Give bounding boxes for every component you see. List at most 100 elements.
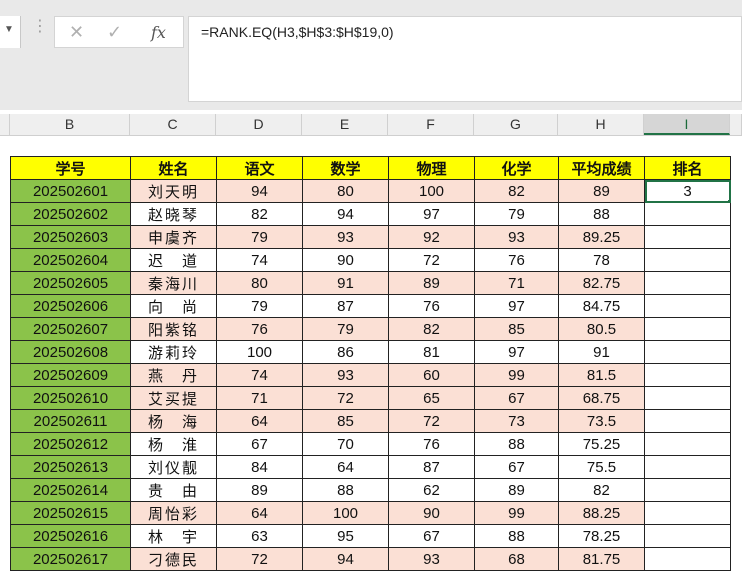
column-header-e[interactable]: E [302, 114, 388, 135]
cell-average[interactable]: 75.25 [558, 432, 645, 456]
cell-student-id[interactable]: 202502603 [10, 225, 131, 249]
cell-chemistry[interactable]: 79 [474, 202, 559, 226]
cell-name[interactable]: 申虞齐 [130, 225, 217, 249]
cell-name[interactable]: 迟 道 [130, 248, 217, 272]
cell-student-id[interactable]: 202502611 [10, 409, 131, 433]
cell-rank[interactable] [644, 386, 731, 410]
cell-math[interactable]: 100 [302, 501, 389, 525]
cell-name[interactable]: 赵晓琴 [130, 202, 217, 226]
cell-rank[interactable] [644, 225, 731, 249]
cell-physics[interactable]: 76 [388, 432, 475, 456]
cell-rank[interactable] [644, 455, 731, 479]
cell-math[interactable]: 80 [302, 179, 389, 203]
cell-chemistry[interactable]: 97 [474, 294, 559, 318]
cell-student-id[interactable]: 202502607 [10, 317, 131, 341]
cell-average[interactable]: 88.25 [558, 501, 645, 525]
cell-student-id[interactable]: 202502610 [10, 386, 131, 410]
cell-name[interactable]: 秦海川 [130, 271, 217, 295]
cell-rank[interactable] [644, 409, 731, 433]
cell-name[interactable]: 刁德民 [130, 547, 217, 571]
header-rank[interactable]: 排名 [644, 156, 731, 180]
cell-student-id[interactable]: 202502609 [10, 363, 131, 387]
column-header-b[interactable]: B [10, 114, 130, 135]
cell-average[interactable]: 81.5 [558, 363, 645, 387]
cell-student-id[interactable]: 202502604 [10, 248, 131, 272]
cell-rank[interactable] [644, 432, 731, 456]
cell-chemistry[interactable]: 67 [474, 386, 559, 410]
cell-chemistry[interactable]: 88 [474, 524, 559, 548]
cell-chemistry[interactable]: 76 [474, 248, 559, 272]
cell-chinese[interactable]: 84 [216, 455, 303, 479]
cell-chinese[interactable]: 79 [216, 294, 303, 318]
cell-chinese[interactable]: 82 [216, 202, 303, 226]
cell-physics[interactable]: 93 [388, 547, 475, 571]
header-name[interactable]: 姓名 [130, 156, 217, 180]
cell-math[interactable]: 79 [302, 317, 389, 341]
cell-physics[interactable]: 100 [388, 179, 475, 203]
cell-rank[interactable] [644, 317, 731, 341]
cell-name[interactable]: 艾买提 [130, 386, 217, 410]
column-header-d[interactable]: D [216, 114, 302, 135]
fill-handle[interactable] [728, 200, 730, 202]
cell-name[interactable]: 游莉玲 [130, 340, 217, 364]
cell-math[interactable]: 64 [302, 455, 389, 479]
cell-chemistry[interactable]: 71 [474, 271, 559, 295]
cell-chemistry[interactable]: 85 [474, 317, 559, 341]
cell-name[interactable]: 杨 海 [130, 409, 217, 433]
cell-chemistry[interactable]: 68 [474, 547, 559, 571]
header-chinese[interactable]: 语文 [216, 156, 303, 180]
cell-rank[interactable] [644, 363, 731, 387]
cell-chinese[interactable]: 100 [216, 340, 303, 364]
cell-math[interactable]: 94 [302, 547, 389, 571]
cell-average[interactable]: 75.5 [558, 455, 645, 479]
header-physics[interactable]: 物理 [388, 156, 475, 180]
column-header-h[interactable]: H [558, 114, 644, 135]
cell-physics[interactable]: 89 [388, 271, 475, 295]
header-student-id[interactable]: 学号 [10, 156, 131, 180]
cell-chinese[interactable]: 72 [216, 547, 303, 571]
cell-average[interactable]: 89.25 [558, 225, 645, 249]
column-header-i[interactable]: I [644, 114, 730, 135]
cell-math[interactable]: 94 [302, 202, 389, 226]
cell-chinese[interactable]: 64 [216, 409, 303, 433]
cell-rank[interactable] [644, 202, 731, 226]
cell-average[interactable]: 80.5 [558, 317, 645, 341]
cell-average[interactable]: 91 [558, 340, 645, 364]
cell-physics[interactable]: 90 [388, 501, 475, 525]
cell-physics[interactable]: 67 [388, 524, 475, 548]
cell-average[interactable]: 89 [558, 179, 645, 203]
cell-physics[interactable]: 62 [388, 478, 475, 502]
cell-rank[interactable] [644, 547, 731, 571]
cell-math[interactable]: 88 [302, 478, 389, 502]
cell-rank[interactable] [644, 294, 731, 318]
cell-physics[interactable]: 72 [388, 409, 475, 433]
cell-chemistry[interactable]: 89 [474, 478, 559, 502]
column-header-c[interactable]: C [130, 114, 216, 135]
cell-student-id[interactable]: 202502615 [10, 501, 131, 525]
cell-chemistry[interactable]: 88 [474, 432, 559, 456]
cell-rank[interactable] [644, 340, 731, 364]
cell-student-id[interactable]: 202502608 [10, 340, 131, 364]
cell-student-id[interactable]: 202502605 [10, 271, 131, 295]
cell-math[interactable]: 95 [302, 524, 389, 548]
cell-physics[interactable]: 82 [388, 317, 475, 341]
insert-function-icon[interactable]: fx [151, 23, 166, 42]
cell-chemistry[interactable]: 73 [474, 409, 559, 433]
cell-rank[interactable] [644, 524, 731, 548]
cell-rank[interactable] [644, 271, 731, 295]
worksheet-grid[interactable]: 学号 姓名 语文 数学 物理 化学 平均成绩 排名 202502601 刘天明 94… [0, 136, 742, 575]
cell-average[interactable]: 68.75 [558, 386, 645, 410]
cell-rank[interactable] [644, 478, 731, 502]
cell-chinese[interactable]: 71 [216, 386, 303, 410]
cell-average[interactable]: 84.75 [558, 294, 645, 318]
cell-math[interactable]: 87 [302, 294, 389, 318]
formula-input[interactable]: =RANK.EQ(H3,$H$3:$H$19,0) [188, 16, 742, 102]
cell-math[interactable]: 85 [302, 409, 389, 433]
cell-math[interactable]: 70 [302, 432, 389, 456]
column-header-j[interactable] [730, 114, 742, 135]
cell-student-id[interactable]: 202502616 [10, 524, 131, 548]
cell-chemistry[interactable]: 99 [474, 501, 559, 525]
cell-physics[interactable]: 72 [388, 248, 475, 272]
cell-name[interactable]: 杨 淮 [130, 432, 217, 456]
cell-name[interactable]: 刘天明 [130, 179, 217, 203]
